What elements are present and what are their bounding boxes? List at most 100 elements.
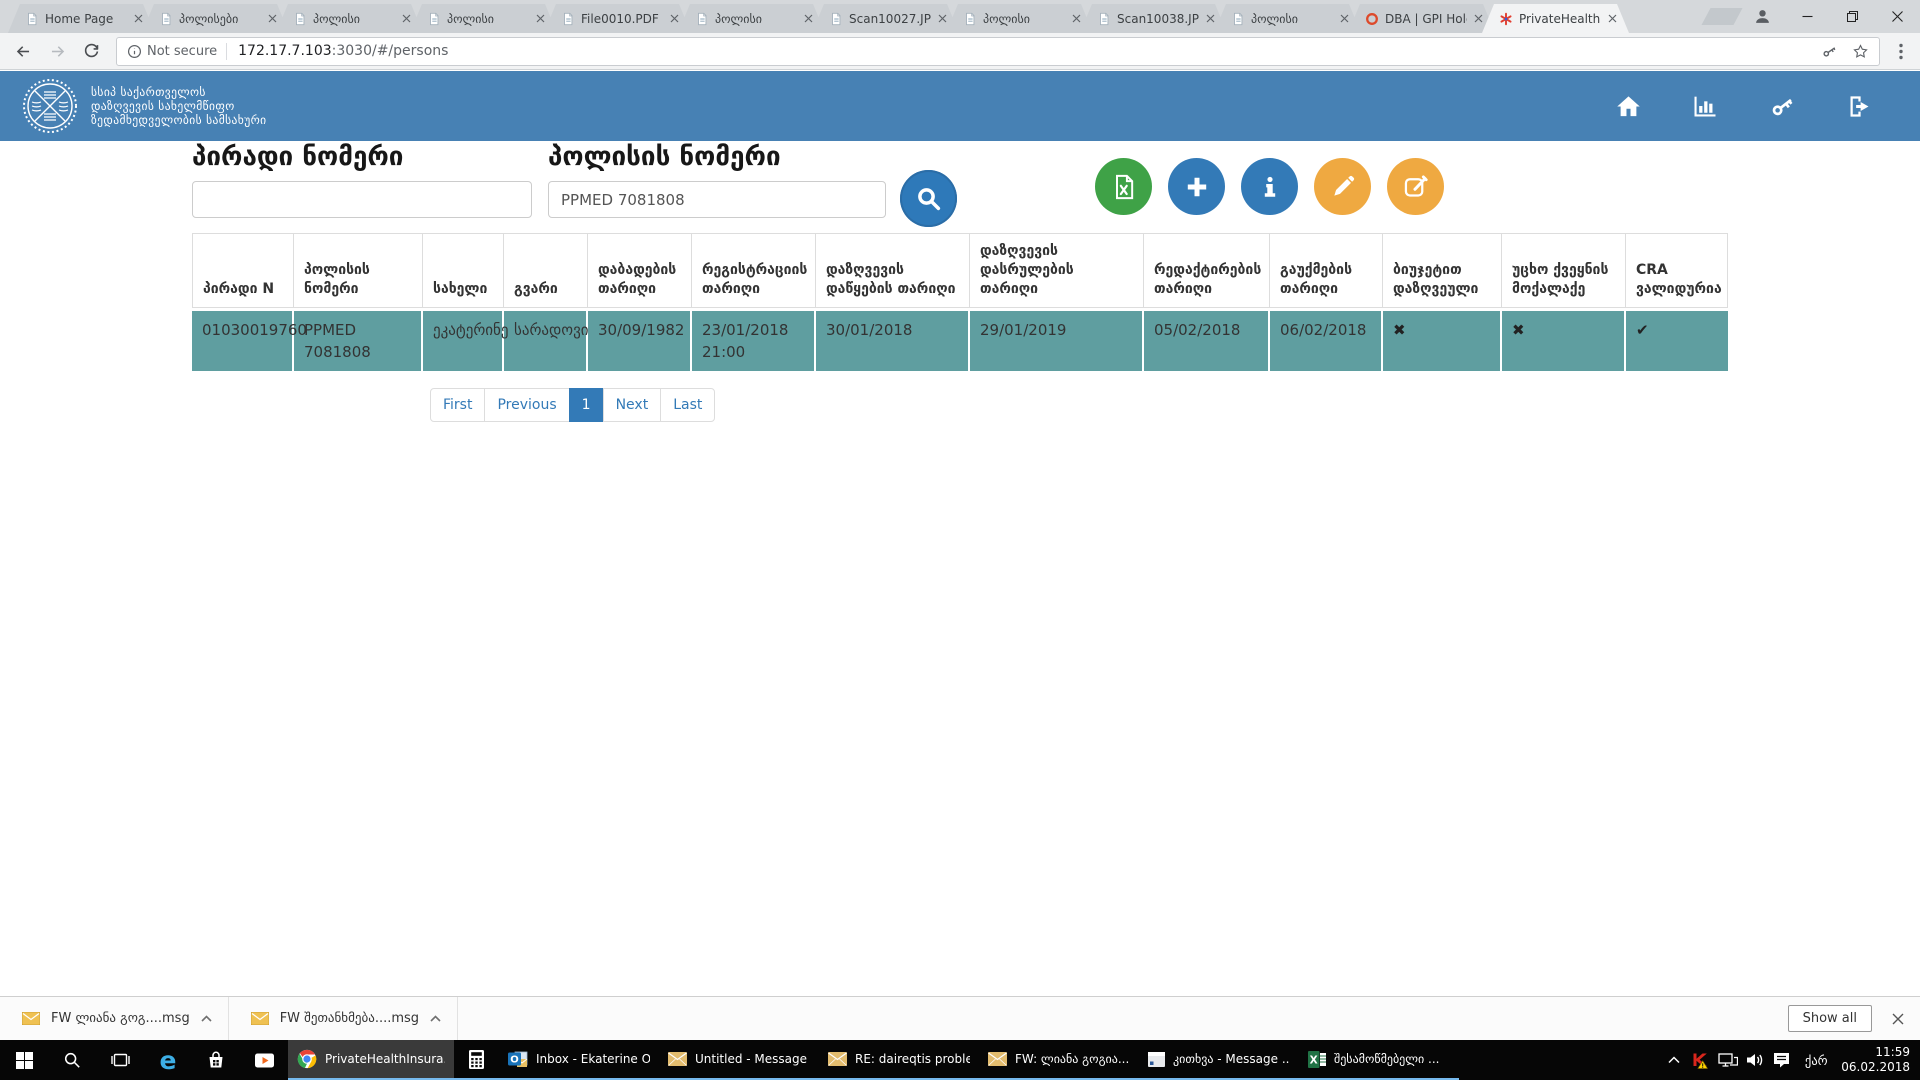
taskbar-app-message[interactable]: კითხვა - Message ... <box>1139 1040 1299 1080</box>
info-icon[interactable] <box>127 44 142 59</box>
reload-button[interactable] <box>74 36 108 66</box>
pagination-next[interactable]: Next <box>603 388 662 422</box>
chevron-up-icon[interactable] <box>201 1015 212 1022</box>
forward-button[interactable] <box>40 36 74 66</box>
new-tab-button[interactable] <box>1701 8 1742 25</box>
info-button[interactable] <box>1241 158 1298 215</box>
register-edit-button[interactable] <box>1387 158 1444 215</box>
logout-icon[interactable] <box>1844 91 1874 121</box>
home-icon[interactable] <box>1613 91 1643 121</box>
edge-icon[interactable]: e <box>144 1040 192 1080</box>
browser-tab[interactable]: File0010.PDF <box>544 4 691 33</box>
tab-close-icon[interactable] <box>1204 12 1217 25</box>
calculator-taskbar-icon[interactable] <box>454 1040 499 1080</box>
download-item[interactable]: FW შეთანხმება....msg <box>229 997 458 1040</box>
pagination-previous[interactable]: Previous <box>484 388 569 422</box>
browser-menu-icon[interactable] <box>1888 36 1914 66</box>
tab-close-icon[interactable] <box>668 12 681 25</box>
browser-tab[interactable]: პოლისი <box>276 4 423 33</box>
column-header: პირადი N <box>192 233 294 308</box>
tab-close-icon[interactable] <box>400 12 413 25</box>
tab-close-icon[interactable] <box>132 12 145 25</box>
tab-close-icon[interactable] <box>1070 12 1083 25</box>
add-button[interactable] <box>1168 158 1225 215</box>
tab-label: Scan10038.JPG <box>1117 12 1199 26</box>
browser-tab[interactable]: პოლისები <box>142 4 289 33</box>
column-header: რეგისტრაციის თარიღი <box>692 233 816 308</box>
column-header: სახელი <box>423 233 504 308</box>
taskbar-app-message[interactable]: RE: daireqtis proble... <box>819 1040 979 1080</box>
cell-registration-date: 23/01/2018 21:00 <box>692 308 816 371</box>
restore-button[interactable] <box>1830 0 1875 33</box>
tab-close-icon[interactable] <box>534 12 547 25</box>
network-icon[interactable] <box>1714 1040 1741 1080</box>
video-app-icon[interactable] <box>240 1040 288 1080</box>
profile-icon[interactable] <box>1740 0 1785 33</box>
security-label: Not secure <box>147 44 217 59</box>
browser-tab[interactable]: პოლისი <box>678 4 825 33</box>
edit-pencil-button[interactable] <box>1314 158 1371 215</box>
taskbar-clock[interactable]: 11:59 06.02.2018 <box>1837 1045 1920 1075</box>
tab-close-icon[interactable] <box>266 12 279 25</box>
bookmark-star-icon[interactable] <box>1852 43 1869 60</box>
tab-close-icon[interactable] <box>1338 12 1351 25</box>
mail-icon <box>988 1052 1007 1066</box>
start-button[interactable] <box>0 1040 48 1080</box>
download-item[interactable]: FW ლიანა გოგ....msg <box>0 997 229 1040</box>
browser-tab-strip: Home Page პოლისები პოლისი პოლისი File001 <box>0 0 1920 33</box>
show-all-button[interactable]: Show all <box>1788 1005 1872 1032</box>
access-key-icon[interactable] <box>1767 91 1797 121</box>
taskbar: e PrivateHealthInsura... O Inbox - Ekate… <box>0 1040 1920 1080</box>
browser-tab[interactable]: Home Page <box>8 4 155 33</box>
close-window-button[interactable] <box>1875 0 1920 33</box>
address-bar[interactable]: Not secure 172.17.7.103:3030/#/persons <box>116 37 1880 66</box>
taskbar-chrome-window[interactable]: PrivateHealthInsura... <box>288 1040 454 1080</box>
taskbar-app-message[interactable]: FW: ლიანა გოგია... <box>979 1040 1139 1080</box>
app-header: სსიპ საქართველოს დაზღვევის სახელმწიფო ზე… <box>0 71 1920 141</box>
taskbar-app-message[interactable]: Untitled - Message ... <box>659 1040 819 1080</box>
pagination-first[interactable]: First <box>430 388 485 422</box>
tab-close-icon[interactable] <box>802 12 815 25</box>
close-download-bar-icon[interactable] <box>1892 1013 1904 1025</box>
search-button[interactable] <box>900 170 957 227</box>
browser-tab[interactable]: DBA | GPI Hold <box>1348 4 1495 33</box>
browser-tab[interactable]: პოლისი <box>1214 4 1361 33</box>
cell-cancel-date: 06/02/2018 <box>1270 308 1383 371</box>
pagination-page-1[interactable]: 1 <box>569 388 604 422</box>
browser-tab[interactable]: პოლისი <box>946 4 1093 33</box>
pagination-last[interactable]: Last <box>660 388 715 422</box>
action-center-icon[interactable] <box>1768 1040 1795 1080</box>
tab-label: პოლისი <box>715 12 797 26</box>
keyboard-language-indicator[interactable]: ქარ <box>1795 1053 1837 1068</box>
policy-number-label: პოლისის ნომერი <box>548 142 781 172</box>
kaspersky-icon[interactable] <box>1687 1040 1714 1080</box>
cell-policy-number: PPMED 7081808 <box>294 308 423 371</box>
tab-close-icon[interactable] <box>1606 12 1619 25</box>
tray-chevron-up-icon[interactable] <box>1660 1040 1687 1080</box>
chevron-up-icon[interactable] <box>430 1015 441 1022</box>
cell-foreign-citizen-mark: ✖ <box>1502 308 1626 371</box>
browser-tab-active[interactable]: PrivateHealthIn <box>1482 4 1629 33</box>
taskbar-app-excel[interactable]: X შესამოწმებელი ... <box>1299 1040 1459 1080</box>
browser-tab[interactable]: Scan10038.JPG <box>1080 4 1227 33</box>
minimize-button[interactable] <box>1785 0 1830 33</box>
personal-number-input[interactable] <box>192 181 532 218</box>
policy-number-input[interactable] <box>548 181 886 218</box>
org-name: სსიპ საქართველოს დაზღვევის სახელმწიფო ზე… <box>91 85 267 127</box>
taskbar-app-outlook[interactable]: O Inbox - Ekaterine O... <box>499 1040 659 1080</box>
back-button[interactable] <box>6 36 40 66</box>
tab-close-icon[interactable] <box>936 12 949 25</box>
task-view-icon[interactable] <box>96 1040 144 1080</box>
stats-chart-icon[interactable] <box>1690 91 1720 121</box>
page-icon <box>25 12 39 26</box>
store-icon[interactable] <box>192 1040 240 1080</box>
password-key-icon[interactable] <box>1821 43 1838 60</box>
tab-close-icon[interactable] <box>1472 12 1485 25</box>
cell-edit-date: 05/02/2018 <box>1144 308 1270 371</box>
browser-tab[interactable]: პოლისი <box>410 4 557 33</box>
browser-tab[interactable]: Scan10027.JPG <box>812 4 959 33</box>
speaker-icon[interactable] <box>1741 1040 1768 1080</box>
table-row-selected[interactable]: 01030019760 PPMED 7081808 ეკატერინე სარა… <box>192 308 1728 371</box>
taskbar-search-icon[interactable] <box>48 1040 96 1080</box>
export-excel-button[interactable] <box>1095 158 1152 215</box>
